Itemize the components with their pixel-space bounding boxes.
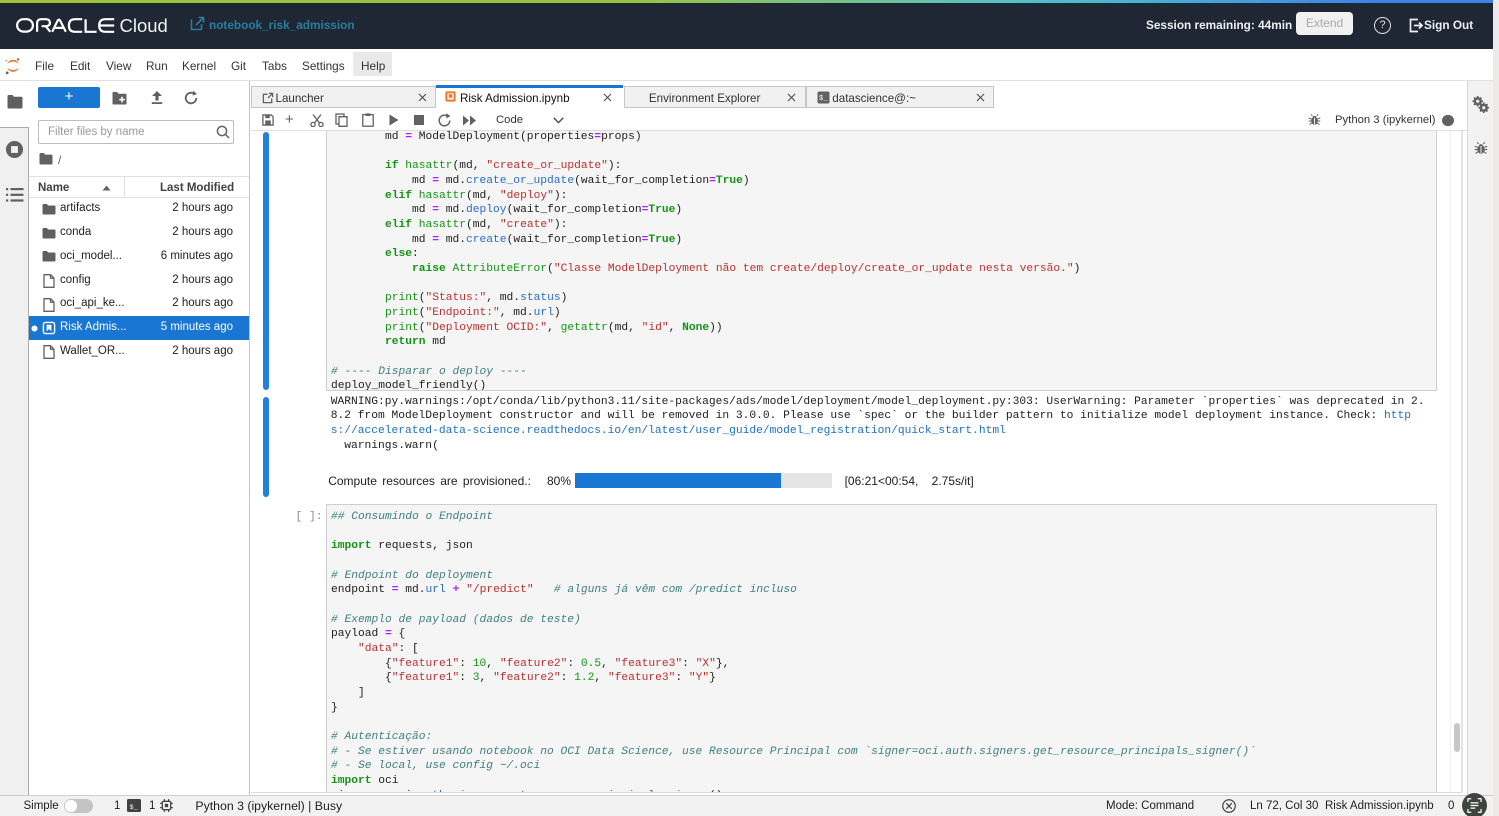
svg-text:$_: $_ (819, 95, 828, 103)
svg-text:$_: $_ (130, 804, 138, 811)
